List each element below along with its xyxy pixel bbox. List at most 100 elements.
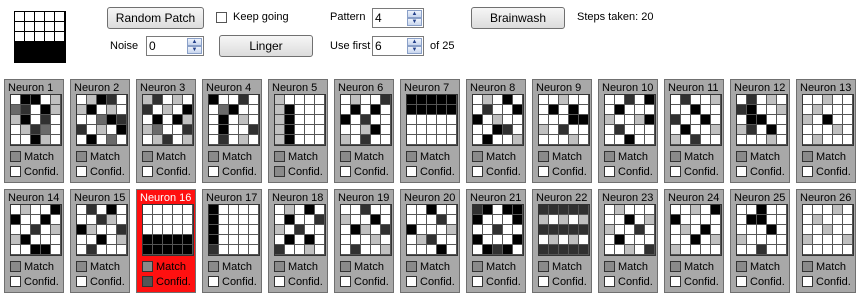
neuron-panel[interactable]: Neuron 5 Match Confid.: [268, 79, 328, 183]
weight-cell: [229, 125, 239, 135]
weight-cell: [153, 215, 163, 225]
neuron-panel[interactable]: Neuron 17 Match Confid.: [202, 189, 262, 293]
weight-cell: [427, 115, 437, 125]
neuron-panel[interactable]: Neuron 7 Match Confid.: [400, 79, 460, 183]
weight-cell: [747, 235, 757, 245]
weight-cell: [701, 245, 711, 255]
weight-cell: [473, 135, 483, 145]
neuron-panel[interactable]: Neuron 20 Match Confid.: [400, 189, 460, 293]
weight-cell: [143, 235, 153, 245]
weight-cell: [493, 215, 503, 225]
neuron-panel[interactable]: Neuron 24 Match Confid.: [664, 189, 724, 293]
confidence-label: Confid.: [288, 166, 323, 178]
weight-cell: [107, 95, 117, 105]
linger-button[interactable]: Linger: [219, 35, 313, 57]
weight-cell: [117, 95, 127, 105]
weight-cell: [823, 205, 833, 215]
weight-cell: [767, 215, 777, 225]
match-label: Match: [288, 151, 318, 163]
noise-input[interactable]: [149, 38, 183, 54]
spin-up-icon[interactable]: ▲: [407, 38, 422, 46]
neuron-panel[interactable]: Neuron 22 Match Confid.: [532, 189, 592, 293]
neuron-panel[interactable]: Neuron 21 Match Confid.: [466, 189, 526, 293]
weight-cell: [417, 95, 427, 105]
weight-cell: [117, 115, 127, 125]
spin-up-icon[interactable]: ▲: [187, 38, 202, 46]
keep-going-checkbox[interactable]: [216, 12, 227, 23]
spin-down-icon[interactable]: ▼: [407, 46, 422, 54]
weight-cell: [559, 235, 569, 245]
weight-cell: [143, 105, 153, 115]
weight-cell: [407, 215, 417, 225]
neuron-panel[interactable]: Neuron 26 Match Confid.: [796, 189, 856, 293]
weight-cell: [361, 105, 371, 115]
weight-cell: [701, 215, 711, 225]
weight-cell: [671, 95, 681, 105]
weight-cell: [701, 125, 711, 135]
neuron-weight-grid: [802, 204, 854, 256]
neuron-title: Neuron 14: [8, 192, 60, 204]
neuron-panel[interactable]: Neuron 14 Match Confid.: [4, 189, 64, 293]
neuron-panel[interactable]: Neuron 2 Match Confid.: [70, 79, 130, 183]
random-patch-button[interactable]: Random Patch: [107, 7, 204, 29]
weight-cell: [711, 95, 721, 105]
weight-cell: [803, 235, 813, 245]
pattern-cell: [25, 32, 35, 42]
confidence-label: Confid.: [222, 166, 257, 178]
weight-cell: [635, 235, 645, 245]
weight-cell: [117, 205, 127, 215]
neuron-panel[interactable]: Neuron 13 Match Confid.: [796, 79, 856, 183]
weight-cell: [351, 95, 361, 105]
neuron-panel[interactable]: Neuron 15 Match Confid.: [70, 189, 130, 293]
pattern-spinner[interactable]: ▲ ▼: [372, 8, 424, 28]
use-first-input[interactable]: [375, 38, 403, 54]
spin-up-icon[interactable]: ▲: [407, 10, 422, 18]
neuron-panel[interactable]: Neuron 19 Match Confid.: [334, 189, 394, 293]
weight-cell: [285, 125, 295, 135]
neuron-panel[interactable]: Neuron 16 Match Confid.: [136, 189, 196, 293]
neuron-panel[interactable]: Neuron 6 Match Confid.: [334, 79, 394, 183]
pattern-cell: [55, 22, 65, 32]
use-first-label: Use first: [330, 40, 371, 52]
weight-cell: [757, 215, 767, 225]
neuron-title: Neuron 21: [470, 192, 522, 204]
use-first-spinner[interactable]: ▲ ▼: [372, 36, 424, 56]
neuron-panel[interactable]: Neuron 8 Match Confid.: [466, 79, 526, 183]
weight-cell: [747, 125, 757, 135]
neuron-title: Neuron 10: [602, 82, 654, 94]
neuron-title: Neuron 17: [206, 192, 258, 204]
noise-spinner[interactable]: ▲ ▼: [146, 36, 204, 56]
neuron-panel[interactable]: Neuron 3 Match Confid.: [136, 79, 196, 183]
neuron-panel[interactable]: Neuron 12 Match Confid.: [730, 79, 790, 183]
pattern-cell: [45, 52, 55, 62]
spin-down-icon[interactable]: ▼: [407, 18, 422, 26]
neuron-panel[interactable]: Neuron 25 Match Confid.: [730, 189, 790, 293]
match-indicator: [274, 261, 285, 272]
neuron-panel[interactable]: Neuron 11 Match Confid.: [664, 79, 724, 183]
pattern-input[interactable]: [375, 10, 403, 26]
neuron-panel[interactable]: Neuron 10 Match Confid.: [598, 79, 658, 183]
weight-cell: [447, 135, 457, 145]
weight-cell: [747, 95, 757, 105]
neuron-panel[interactable]: Neuron 1 Match Confid.: [4, 79, 64, 183]
neuron-panel[interactable]: Neuron 4 Match Confid.: [202, 79, 262, 183]
weight-cell: [549, 95, 559, 105]
weight-cell: [767, 135, 777, 145]
weight-cell: [803, 125, 813, 135]
match-indicator: [76, 261, 87, 272]
weight-cell: [229, 235, 239, 245]
weight-cell: [21, 105, 31, 115]
neuron-panel[interactable]: Neuron 18 Match Confid.: [268, 189, 328, 293]
neuron-title: Neuron 6: [338, 82, 384, 94]
brainwash-button[interactable]: Brainwash: [471, 7, 565, 29]
weight-cell: [635, 135, 645, 145]
weight-cell: [183, 125, 193, 135]
weight-cell: [173, 115, 183, 125]
weight-cell: [747, 215, 757, 225]
neuron-panel[interactable]: Neuron 9 Match Confid.: [532, 79, 592, 183]
weight-cell: [87, 205, 97, 215]
weight-cell: [843, 245, 853, 255]
weight-cell: [77, 95, 87, 105]
spin-down-icon[interactable]: ▼: [187, 46, 202, 54]
neuron-panel[interactable]: Neuron 23 Match Confid.: [598, 189, 658, 293]
